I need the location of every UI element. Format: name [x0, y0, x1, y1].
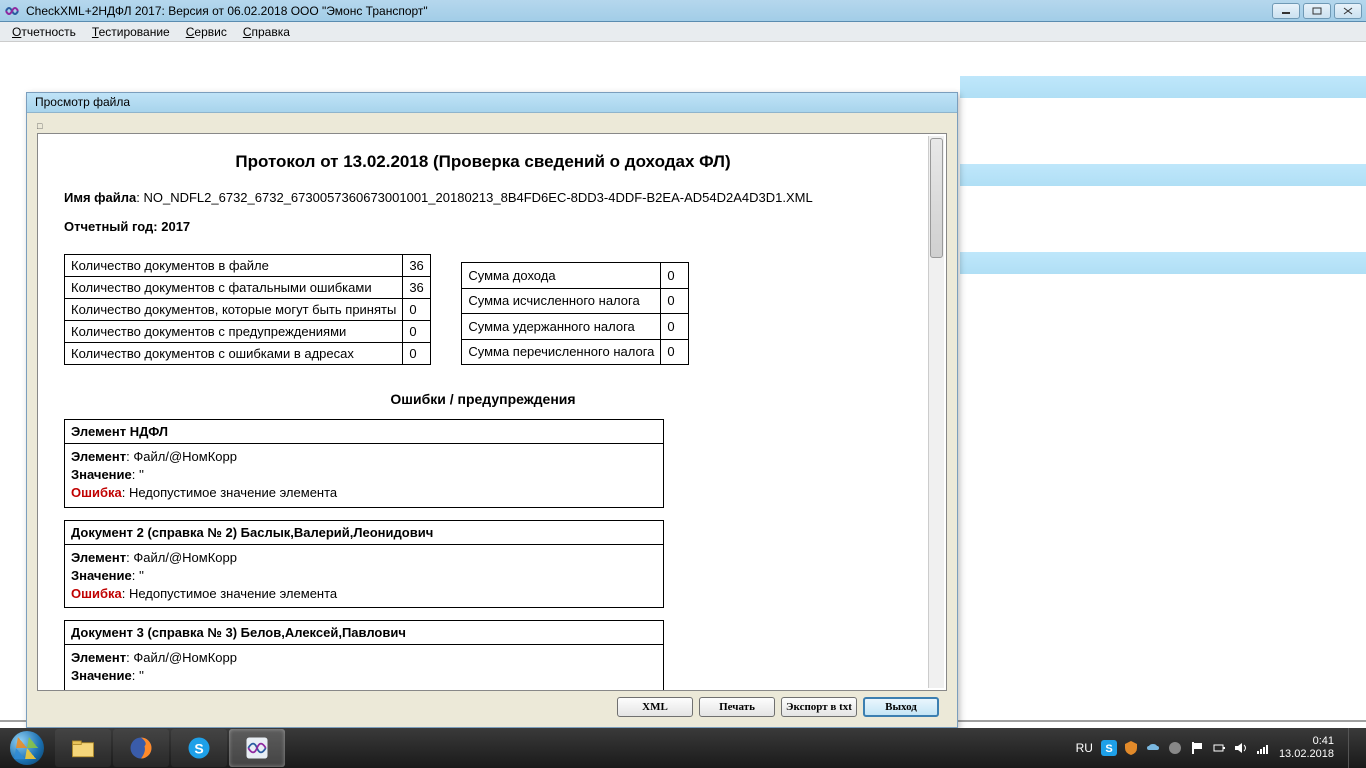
tray-clock[interactable]: 0:41 13.02.2018 [1279, 735, 1334, 761]
table-row: Количество документов с предупреждениями… [65, 321, 431, 343]
document-frame: Протокол от 13.02.2018 (Проверка сведени… [37, 133, 947, 691]
windows-taskbar: S RU S 0:41 13.02.2018 [0, 728, 1366, 768]
error-block-title: Документ 2 (справка № 2) Баслык,Валерий,… [65, 521, 663, 545]
tray-volume-icon[interactable] [1233, 740, 1249, 756]
system-tray: RU S 0:41 13.02.2018 [1076, 728, 1366, 768]
tray-flag-icon[interactable] [1189, 740, 1205, 756]
tray-security-icon[interactable] [1123, 740, 1139, 756]
table-row: Сумма дохода0 [462, 263, 689, 289]
lang-indicator[interactable]: RU [1076, 741, 1093, 755]
summary-table-right: Сумма дохода0 Сумма исчисленного налога0… [461, 262, 689, 365]
table-row: Количество документов с фатальными ошибк… [65, 277, 431, 299]
error-block: Документ 3 (справка № 3) Белов,Алексей,П… [64, 620, 664, 689]
minimize-button[interactable] [1272, 3, 1300, 19]
tray-onedrive-icon[interactable] [1145, 740, 1161, 756]
app-icon [4, 3, 20, 19]
doc-checkbox[interactable]: □ [37, 121, 947, 131]
table-row: Количество документов в файле36 [65, 255, 431, 277]
table-row: Количество документов с ошибками в адрес… [65, 343, 431, 365]
errors-heading: Ошибки / предупреждения [64, 391, 902, 407]
tray-app-icon[interactable] [1167, 740, 1183, 756]
summary-table-left: Количество документов в файле36 Количест… [64, 254, 431, 365]
export-txt-button[interactable]: Экспорт в txt [781, 697, 857, 717]
bg-stripe [960, 164, 1366, 186]
close-button[interactable] [1334, 3, 1362, 19]
table-row: Количество документов, которые могут быт… [65, 299, 431, 321]
dialog-buttons: XML Печать Экспорт в txt Выход [37, 691, 947, 723]
tray-network-icon[interactable] [1255, 740, 1271, 756]
error-block-title: Элемент НДФЛ [65, 420, 663, 444]
svg-text:S: S [1105, 743, 1112, 755]
menu-reports[interactable]: Отчетность [6, 23, 82, 41]
exit-button[interactable]: Выход [863, 697, 939, 717]
svg-text:S: S [194, 740, 203, 756]
taskbar-item-checkxml[interactable] [229, 729, 285, 767]
menu-testing[interactable]: Тестирование [86, 23, 176, 41]
menu-bar: Отчетность Тестирование Сервис Справка [0, 22, 1366, 42]
window-title: CheckXML+2НДФЛ 2017: Версия от 06.02.201… [26, 4, 428, 18]
maximize-button[interactable] [1303, 3, 1331, 19]
table-row: Сумма удержанного налога0 [462, 314, 689, 340]
error-block: Документ 2 (справка № 2) Баслык,Валерий,… [64, 520, 664, 609]
file-viewer-dialog: Просмотр файла □ Протокол от 13.02.2018 … [26, 92, 958, 728]
document-content: Протокол от 13.02.2018 (Проверка сведени… [38, 134, 928, 690]
table-row: Сумма исчисленного налога0 [462, 288, 689, 314]
error-block-title: Документ 3 (справка № 3) Белов,Алексей,П… [65, 621, 663, 645]
protocol-heading: Протокол от 13.02.2018 (Проверка сведени… [64, 152, 902, 172]
scrollbar-thumb[interactable] [930, 138, 943, 258]
taskbar-item-explorer[interactable] [55, 729, 111, 767]
window-titlebar: CheckXML+2НДФЛ 2017: Версия от 06.02.201… [0, 0, 1366, 22]
work-area: Просмотр файла □ Протокол от 13.02.2018 … [0, 42, 1366, 726]
table-row: Сумма перечисленного налога0 [462, 339, 689, 365]
tray-skype-icon[interactable]: S [1101, 740, 1117, 756]
menu-help[interactable]: Справка [237, 23, 296, 41]
year-value: 2017 [161, 219, 190, 234]
print-button[interactable]: Печать [699, 697, 775, 717]
taskbar-item-firefox[interactable] [113, 729, 169, 767]
scrollbar[interactable] [928, 136, 944, 688]
tray-date: 13.02.2018 [1279, 748, 1334, 761]
taskbar-item-skype[interactable]: S [171, 729, 227, 767]
xml-button[interactable]: XML [617, 697, 693, 717]
window-controls [1272, 3, 1362, 19]
error-block: Элемент НДФЛ Элемент: Файл/@НомКорр Знач… [64, 419, 664, 508]
filename-label: Имя файла [64, 190, 136, 205]
bg-stripe [960, 252, 1366, 274]
start-button[interactable] [0, 728, 54, 768]
show-desktop-button[interactable] [1348, 728, 1358, 768]
filename-value: NO_NDFL2_6732_6732_6730057360673001001_2… [143, 190, 812, 205]
dialog-title: Просмотр файла [27, 93, 957, 113]
tray-power-icon[interactable] [1211, 740, 1227, 756]
menu-service[interactable]: Сервис [180, 23, 233, 41]
year-label: Отчетный год [64, 219, 153, 234]
tray-time: 0:41 [1279, 735, 1334, 748]
bg-stripe [960, 76, 1366, 98]
